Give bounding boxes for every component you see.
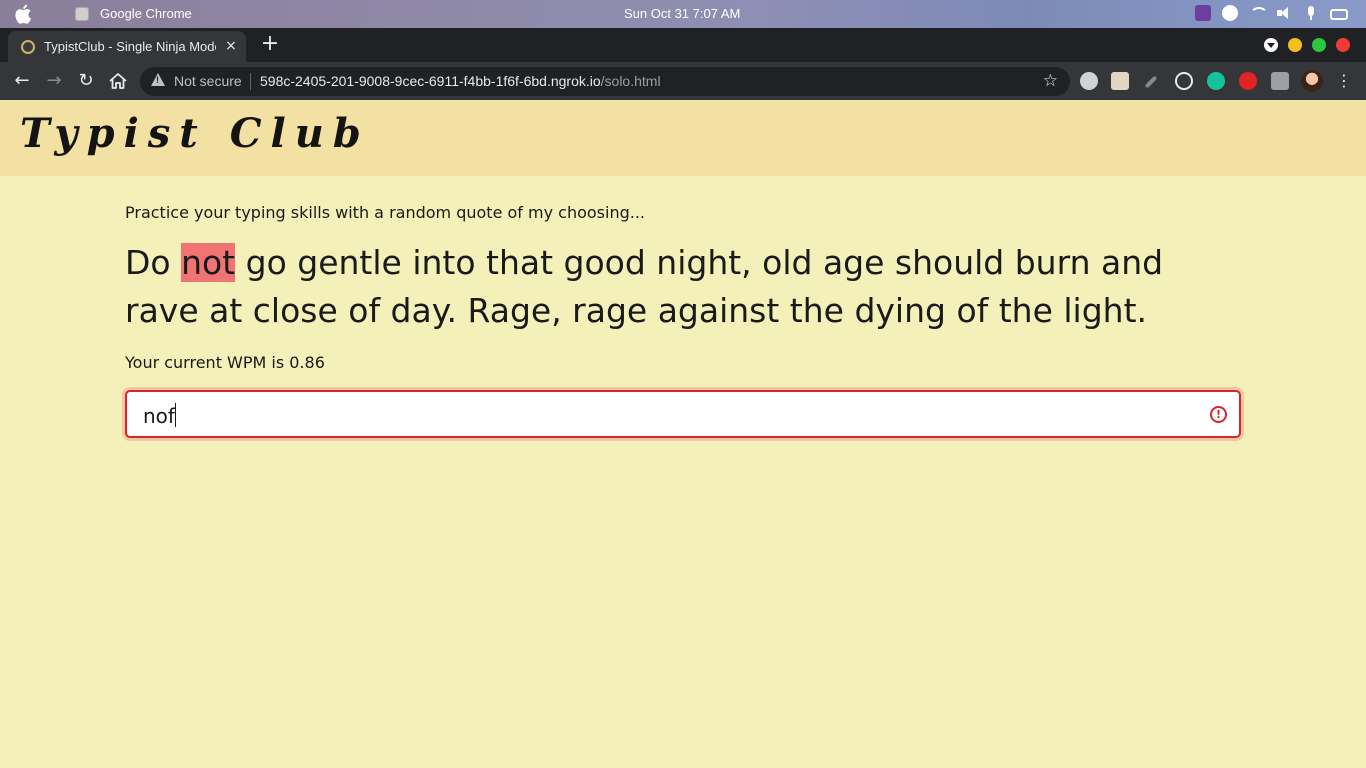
url-host: 598c-2405-201-9008-9cec-6911-f4bb-1f6f-6… bbox=[260, 73, 601, 89]
current-word-highlight: not bbox=[181, 243, 236, 282]
browser-tab[interactable]: TypistClub - Single Ninja Mode × bbox=[8, 31, 246, 62]
url-path: /solo.html bbox=[600, 73, 661, 89]
window-controls bbox=[1264, 38, 1350, 52]
accessibility-icon[interactable] bbox=[1222, 5, 1238, 21]
text-caret bbox=[174, 403, 176, 427]
chrome-app-icon bbox=[75, 7, 89, 21]
page-subtitle: Practice your typing skills with a rando… bbox=[125, 203, 645, 222]
back-icon[interactable]: ← bbox=[11, 70, 33, 92]
os-top-bar: Google Chrome Sun Oct 31 7:07 AM bbox=[0, 0, 1366, 28]
forward-icon[interactable]: → bbox=[43, 70, 65, 92]
tab-search-icon[interactable] bbox=[1264, 38, 1278, 52]
address-bar[interactable]: Not secure 598c-2405-201-9008-9cec-6911-… bbox=[140, 67, 1070, 96]
typed-text: nof bbox=[143, 404, 175, 428]
more-menu-icon[interactable]: ⋮ bbox=[1336, 70, 1352, 92]
microphone-icon[interactable] bbox=[1303, 5, 1319, 21]
clock[interactable]: Sun Oct 31 7:07 AM bbox=[624, 6, 740, 21]
volume-icon[interactable] bbox=[1276, 5, 1292, 21]
minimize-button[interactable] bbox=[1288, 38, 1302, 52]
new-tab-button[interactable]: + bbox=[259, 32, 281, 56]
reload-icon[interactable]: ↻ bbox=[75, 70, 97, 92]
url-text[interactable]: 598c-2405-201-9008-9cec-6911-f4bb-1f6f-6… bbox=[260, 73, 661, 89]
site-logo[interactable]: Typist Club bbox=[20, 110, 370, 157]
apple-icon[interactable] bbox=[14, 4, 32, 24]
tab-title: TypistClub - Single Ninja Mode bbox=[44, 39, 216, 54]
maximize-button[interactable] bbox=[1312, 38, 1326, 52]
ninja-favicon-icon bbox=[21, 40, 35, 54]
extensions-puzzle-icon[interactable] bbox=[1271, 72, 1289, 90]
off-extension-icon[interactable] bbox=[1111, 72, 1129, 90]
speed-extension-icon[interactable] bbox=[1080, 72, 1098, 90]
close-tab-icon[interactable]: × bbox=[222, 37, 240, 55]
quote-before: Do bbox=[125, 243, 182, 282]
app-tray-icon[interactable] bbox=[1195, 5, 1211, 21]
site-header: Typist Club bbox=[0, 100, 1366, 176]
active-app-name[interactable]: Google Chrome bbox=[100, 6, 192, 21]
hand-extension-icon[interactable] bbox=[1239, 72, 1257, 90]
main-content: Practice your typing skills with a rando… bbox=[125, 203, 1241, 438]
omnibox-divider bbox=[250, 73, 251, 90]
pen-extension-icon[interactable] bbox=[1144, 75, 1158, 89]
typing-input[interactable]: nof ! bbox=[125, 390, 1241, 438]
wifi-icon[interactable] bbox=[1249, 5, 1268, 21]
tab-strip: TypistClub - Single Ninja Mode × + bbox=[0, 28, 1366, 62]
profile-avatar[interactable] bbox=[1301, 70, 1323, 92]
typing-input-value: nof bbox=[143, 403, 176, 428]
quote-text: Do not go gentle into that good night, o… bbox=[125, 239, 1241, 335]
react-extension-icon[interactable] bbox=[1175, 72, 1193, 90]
grammarly-extension-icon[interactable] bbox=[1207, 72, 1225, 90]
error-icon: ! bbox=[1210, 406, 1227, 423]
battery-icon[interactable] bbox=[1330, 8, 1348, 20]
quote-after: go gentle into that good night, old age … bbox=[125, 243, 1164, 330]
system-tray bbox=[1195, 5, 1348, 21]
security-label[interactable]: Not secure bbox=[174, 73, 242, 89]
close-window-button[interactable] bbox=[1336, 38, 1350, 52]
home-icon[interactable] bbox=[107, 70, 129, 92]
bookmark-star-icon[interactable]: ☆ bbox=[1043, 71, 1058, 91]
wpm-display: Your current WPM is 0.86 bbox=[125, 353, 325, 372]
not-secure-warning-icon[interactable] bbox=[151, 73, 165, 86]
browser-toolbar: ← → ↻ Not secure 598c-2405-201-9008-9cec… bbox=[0, 62, 1366, 100]
